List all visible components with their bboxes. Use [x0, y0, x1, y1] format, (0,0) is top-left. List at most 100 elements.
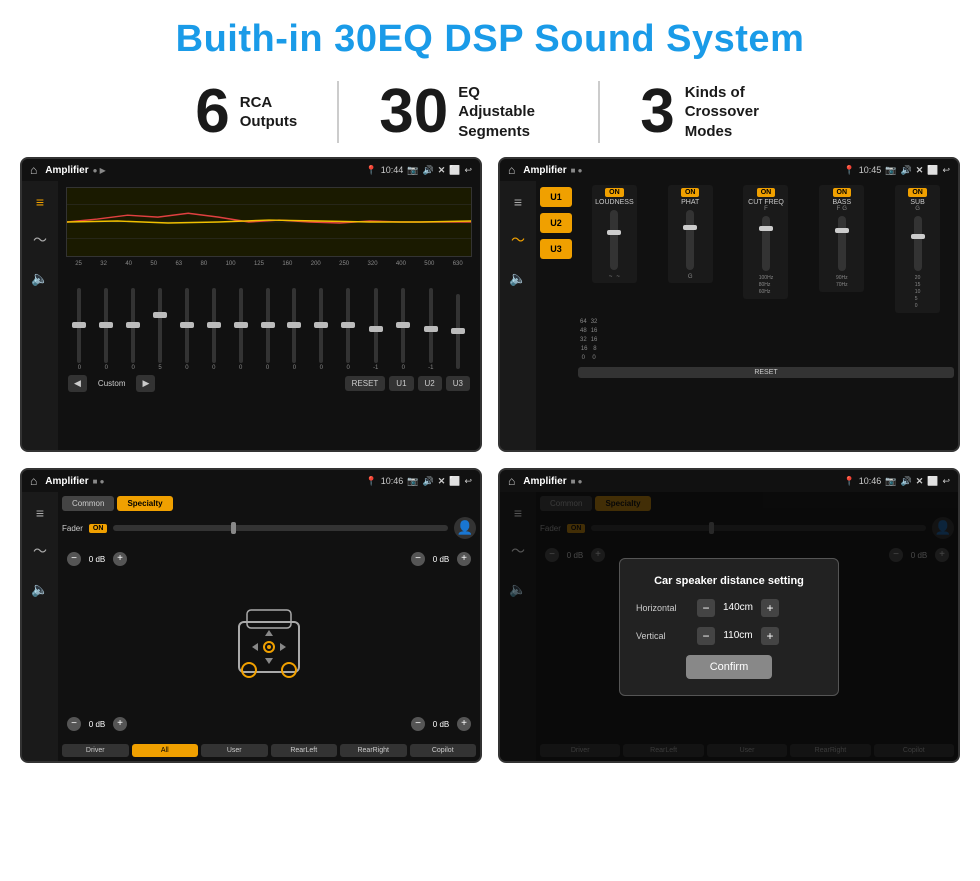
- eq-slider-13[interactable]: -1: [428, 271, 433, 371]
- bass-slider[interactable]: [838, 216, 846, 271]
- stat-item-eq: 30 EQ AdjustableSegments: [339, 81, 600, 143]
- db-bl-plus[interactable]: +: [113, 717, 127, 731]
- screen4-body: ≡ 〜 🔈 Common Specialty Fader ON 👤: [500, 492, 958, 761]
- screen1-title: Amplifier: [45, 165, 88, 176]
- confirm-button[interactable]: Confirm: [686, 655, 773, 679]
- home-icon-4[interactable]: ⌂: [508, 474, 515, 488]
- rearright-btn[interactable]: RearRight: [340, 744, 407, 757]
- eq-slider-2[interactable]: 0: [131, 271, 135, 371]
- db-bl-val: 0 dB: [83, 720, 111, 729]
- wave-icon-3[interactable]: 〜: [27, 538, 53, 564]
- cutfreq-slider[interactable]: [762, 216, 770, 271]
- eq-slider-7[interactable]: 0: [266, 271, 270, 371]
- loudness-slider[interactable]: [610, 210, 618, 270]
- fader-tabs-row: Common Specialty: [62, 496, 476, 511]
- eq-slider-4[interactable]: 0: [185, 271, 189, 371]
- phat-slider[interactable]: [686, 210, 694, 270]
- fader-header-row: Fader ON 👤: [62, 517, 476, 539]
- screen2-time: 10:45: [859, 165, 882, 175]
- db-br-plus[interactable]: +: [457, 717, 471, 731]
- window-icon: ⬜: [449, 165, 460, 176]
- play-icons-3: ■ ●: [93, 477, 105, 486]
- eq-slider-0[interactable]: 0: [77, 271, 81, 371]
- wave-icon[interactable]: 〜: [27, 227, 53, 253]
- speaker-icon-3[interactable]: 🔈: [27, 576, 53, 602]
- eq-icon[interactable]: ≡: [27, 189, 53, 215]
- db-bl-minus[interactable]: −: [67, 717, 81, 731]
- eq-reset-btn[interactable]: RESET: [345, 376, 386, 391]
- play-icons-2: ■ ●: [571, 166, 583, 175]
- dialog-title: Car speaker distance setting: [636, 575, 822, 587]
- speaker-icon[interactable]: 🔈: [27, 265, 53, 291]
- eq-play-btn[interactable]: ▶: [136, 375, 155, 392]
- vertical-plus[interactable]: +: [761, 627, 779, 645]
- home-icon[interactable]: ⌂: [30, 163, 37, 177]
- stat-label-crossover: Kinds ofCrossover Modes: [685, 83, 785, 142]
- home-icon-3[interactable]: ⌂: [30, 474, 37, 488]
- window-icon-3: ⬜: [449, 476, 460, 487]
- eq-slider-10[interactable]: 0: [346, 271, 350, 371]
- status-bar-3: ⌂ Amplifier ■ ● 📍 10:46 📷 🔊 ✕ ⬜ ↩: [22, 470, 480, 492]
- eq-prev-btn[interactable]: ◀: [68, 375, 87, 392]
- db-br-minus[interactable]: −: [411, 717, 425, 731]
- eq-slider-3[interactable]: 5: [158, 271, 162, 371]
- crossover-main: U1 U2 U3 ON LOUDNESS ~~: [536, 181, 958, 450]
- db-tl-plus[interactable]: +: [113, 552, 127, 566]
- cross-reset-btn[interactable]: RESET: [578, 367, 954, 378]
- db-tr-plus[interactable]: +: [457, 552, 471, 566]
- eq-u1-btn[interactable]: U1: [389, 376, 413, 391]
- cross-controls-row: ON LOUDNESS ~~ ON PHAT: [578, 185, 954, 313]
- home-icon-2[interactable]: ⌂: [508, 163, 515, 177]
- camera-icon: 📷: [407, 165, 418, 176]
- back-icon-2[interactable]: ↩: [942, 165, 950, 176]
- eq-slider-5[interactable]: 0: [212, 271, 216, 371]
- eq-slider-6[interactable]: 0: [239, 271, 243, 371]
- screen-fader: ⌂ Amplifier ■ ● 📍 10:46 📷 🔊 ✕ ⬜ ↩ ≡ 〜 🔈 …: [20, 468, 482, 763]
- eq-graph: [66, 187, 472, 257]
- eq-icon-3[interactable]: ≡: [27, 500, 53, 526]
- eq-slider-1[interactable]: 0: [104, 271, 108, 371]
- eq-slider-11[interactable]: -1: [373, 271, 378, 371]
- u2-btn[interactable]: U2: [540, 213, 572, 233]
- eq-main: 253240506380100125160200250320400500630 …: [58, 181, 480, 450]
- eq-slider-9[interactable]: 0: [319, 271, 323, 371]
- fader-bottom-row: Driver All User RearLeft RearRight Copil…: [62, 744, 476, 757]
- stat-item-rca: 6 RCAOutputs: [155, 81, 339, 143]
- eq-slider-14[interactable]: [456, 271, 460, 371]
- horizontal-minus[interactable]: −: [697, 599, 715, 617]
- common-tab[interactable]: Common: [62, 496, 114, 511]
- db-br: − 0 dB +: [411, 717, 471, 731]
- back-icon-3[interactable]: ↩: [464, 476, 472, 487]
- screen-eq: ⌂ Amplifier ● ▶ 📍 10:44 📷 🔊 ✕ ⬜ ↩ ≡ 〜 🔈: [20, 157, 482, 452]
- u1-btn[interactable]: U1: [540, 187, 572, 207]
- u3-btn[interactable]: U3: [540, 239, 572, 259]
- car-diagram: − 0 dB + − 0 dB + − 0 dB +: [62, 547, 476, 736]
- profile-icon[interactable]: 👤: [454, 517, 476, 539]
- back-icon[interactable]: ↩: [464, 165, 472, 176]
- fader-slider-h[interactable]: [113, 525, 448, 531]
- user-btn[interactable]: User: [201, 744, 268, 757]
- eq-u3-btn[interactable]: U3: [446, 376, 470, 391]
- eq-slider-12[interactable]: 0: [401, 271, 405, 371]
- all-btn[interactable]: All: [132, 744, 199, 757]
- back-icon-4[interactable]: ↩: [942, 476, 950, 487]
- eq-slider-8[interactable]: 0: [292, 271, 296, 371]
- play-icons: ● ▶: [93, 166, 106, 175]
- status-bar-4: ⌂ Amplifier ■ ● 📍 10:46 📷 🔊 ✕ ⬜ ↩: [500, 470, 958, 492]
- horizontal-plus[interactable]: +: [761, 599, 779, 617]
- eq-freq-labels: 253240506380100125160200250320400500630: [66, 261, 472, 267]
- stat-number-crossover: 3: [640, 81, 674, 143]
- db-tl-minus[interactable]: −: [67, 552, 81, 566]
- eq-u2-btn[interactable]: U2: [418, 376, 442, 391]
- vertical-minus[interactable]: −: [697, 627, 715, 645]
- copilot-btn[interactable]: Copilot: [410, 744, 477, 757]
- eq-icon-2[interactable]: ≡: [505, 189, 531, 215]
- db-tr-minus[interactable]: −: [411, 552, 425, 566]
- speaker-icon-2[interactable]: 🔈: [505, 265, 531, 291]
- wave-icon-2[interactable]: 〜: [505, 227, 531, 253]
- specialty-tab[interactable]: Specialty: [117, 496, 172, 511]
- dialog-overlay: Car speaker distance setting Horizontal …: [500, 492, 958, 761]
- rearleft-btn[interactable]: RearLeft: [271, 744, 338, 757]
- driver-btn[interactable]: Driver: [62, 744, 129, 757]
- sub-slider[interactable]: [914, 216, 922, 271]
